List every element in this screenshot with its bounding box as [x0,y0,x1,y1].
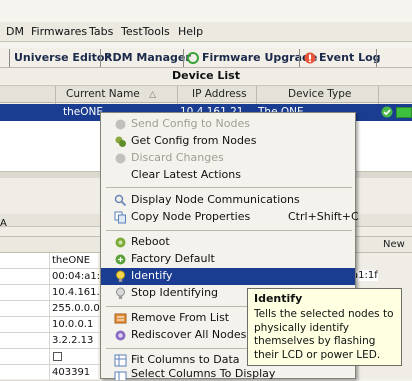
column-current-name-label: Current Name [66,88,140,100]
column-divider [177,86,178,104]
device-name-cell: theONE [63,106,103,118]
property-value: 255.0.0.0 [50,301,100,317]
menu-display-node-communications[interactable]: Display Node Communications [101,192,355,209]
rediscover-icon [115,330,126,341]
row-label-cell [0,269,50,285]
column-device-type[interactable]: Device Type [288,88,351,100]
window-top [0,0,412,22]
device-list-title: Device List [0,68,412,84]
column-divider [55,86,56,104]
property-value: 10.0.0.1 [50,317,100,333]
menu-copy-shortcut: Ctrl+Shift+C [288,210,359,223]
search-icon [114,194,127,207]
menu-clear-latest-actions-label: Clear Latest Actions [131,168,241,181]
menu-bar: DM Firmwares Tabs TestTools Help [0,22,412,42]
menu-help[interactable]: Help [178,25,203,38]
menu-copy-node-properties-label: Copy Node Properties [131,210,251,223]
status-bar [396,107,412,118]
menu-testtools[interactable]: TestTools [121,25,170,38]
menu-reboot-label: Reboot [131,235,170,248]
menu-get-config-label: Get Config from Nodes [131,134,257,147]
toolbar-separator [100,49,101,67]
event-log-alert-icon [304,52,316,64]
toolbar: Universe Editor RDM Manager Firmware Upg… [0,48,412,68]
stop-identify-icon [116,287,125,299]
discard-changes-icon [115,153,126,164]
lightbulb-icon [116,270,125,282]
new-column-header: New [383,239,405,250]
firmware-upgrade-label: Firmware Upgrade [202,51,318,64]
toolbar-separator [376,49,377,67]
status-ok-icon [381,106,393,118]
sort-up-icon: △ [149,90,157,100]
property-value: theONE [50,253,100,269]
menu-discard-changes[interactable]: Discard Changes [101,150,355,167]
event-log-label: Event Log [319,51,381,64]
toolbar-separator [9,49,10,67]
device-list-header: Current Name △ IP Address Device Type [0,85,412,104]
menu-copy-node-properties[interactable]: Copy Node Properties Ctrl+Shift+C [101,209,359,226]
row-label-cell [0,253,50,269]
property-checkbox[interactable] [53,352,62,361]
menu-display-node-communications-label: Display Node Communications [131,193,300,206]
menu-factory-default-label: Factory Default [131,252,215,265]
menu-get-config[interactable]: Get Config from Nodes [101,133,355,150]
menu-discard-changes-label: Discard Changes [131,151,224,164]
menu-factory-default[interactable]: Factory Default [101,251,355,268]
fit-columns-icon [114,354,127,367]
identify-tooltip: Identify Tells the selected nodes to phy… [247,288,402,366]
property-value: 00:04:a1: [50,269,100,285]
property-value: 3.2.2.13 [50,333,100,349]
tooltip-body: Tells the selected nodes to physically i… [254,308,394,361]
copy-icon [114,211,126,224]
column-current-name[interactable]: Current Name △ [66,88,156,100]
toolbar-separator [183,49,184,67]
rdm-manager-button[interactable]: RDM Manager [104,49,191,67]
menu-select-columns[interactable]: Select Columns To Display [101,369,355,380]
property-checkbox-cell [50,349,100,365]
row-label-cell [0,333,50,349]
menu-rediscover-all-nodes-label: Rediscover All Nodes [131,328,247,341]
row-label-cell [0,301,50,317]
menu-fit-columns-label: Fit Columns to Data [131,353,240,366]
property-value: 10.4.161. [50,285,100,301]
universe-editor-button[interactable]: Universe Editor [14,49,110,67]
row-label-cell [0,349,50,365]
menu-tabs[interactable]: Tabs [89,25,113,38]
column-ip-address[interactable]: IP Address [192,88,247,100]
menu-reboot[interactable]: Reboot [101,234,355,251]
column-divider [378,86,379,104]
menu-clear-latest-actions[interactable]: Clear Latest Actions [101,167,355,184]
row-label-cell [0,317,50,333]
menu-identify-label: Identify [131,269,173,282]
menu-dm[interactable]: DM [6,25,24,38]
menu-remove-from-list-label: Remove From List [131,311,230,324]
firmware-check-icon [187,52,199,64]
reboot-icon [115,237,126,248]
properties-grid: theONE 00:04:a1: 10.4.161. 255.0.0.0 10.… [0,253,100,381]
menu-separator [106,230,352,231]
menu-send-config[interactable]: Send Config to Nodes [101,116,355,133]
menu-firmwares[interactable]: Firmwares [31,25,87,38]
menu-stop-identifying-label: Stop Identifying [131,286,219,299]
remove-icon [114,313,127,324]
menu-identify[interactable]: Identify [101,268,355,285]
column-divider [256,86,257,104]
row-label-cell [0,285,50,301]
menu-send-config-label: Send Config to Nodes [131,117,250,130]
get-config-icon [115,136,126,147]
toolbar-separator [299,49,300,67]
factory-default-icon [115,254,126,265]
send-config-icon [115,119,126,130]
menu-select-columns-label: Select Columns To Display [131,369,276,380]
lower-tab[interactable]: A [0,218,8,236]
tooltip-title: Identify [254,292,303,305]
menu-separator [106,187,352,188]
